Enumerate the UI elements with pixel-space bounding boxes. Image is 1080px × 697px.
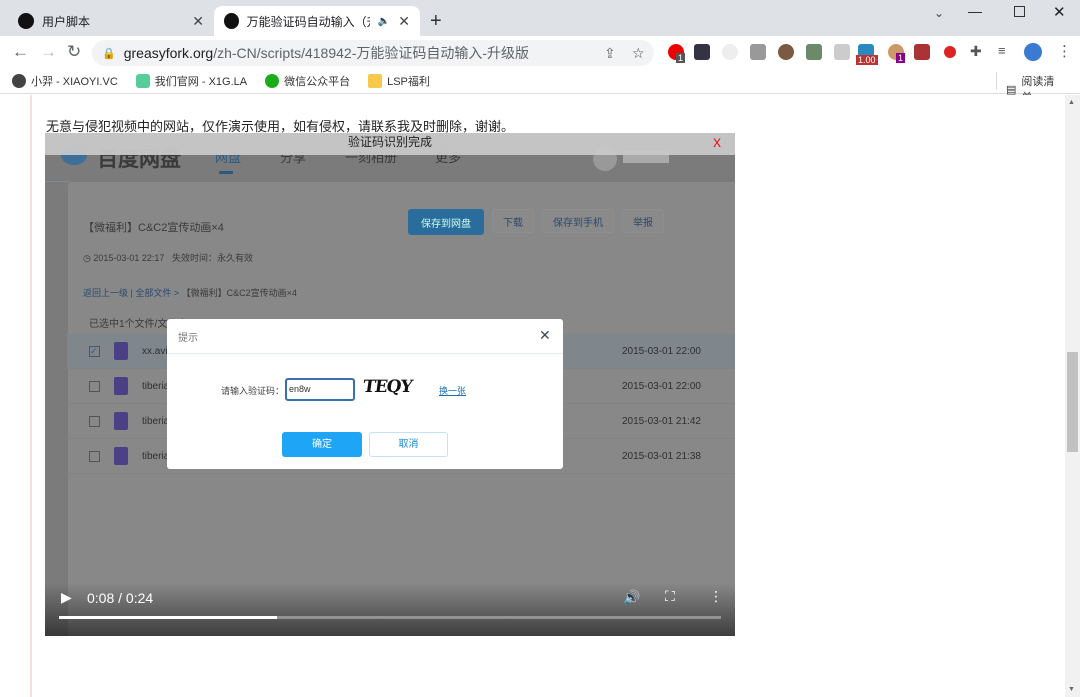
folder-extension-icon[interactable] — [806, 44, 822, 60]
report-button: 举报 — [622, 209, 664, 233]
captcha-image: TEQY — [361, 377, 413, 397]
extension-badge: 1 — [676, 53, 686, 63]
bookmark-label: 小羿 - XIAOYI.VC — [31, 75, 118, 88]
tab-title: 万能验证码自动输入（升级版 — [246, 14, 370, 29]
close-window-button[interactable]: ✕ — [1053, 3, 1066, 21]
folder-icon — [368, 73, 383, 88]
close-icon[interactable]: ✕ — [398, 13, 410, 30]
extension-badge: 1 — [896, 53, 906, 63]
captcha-label: 请输入验证码： — [221, 386, 285, 396]
back-button[interactable]: ← — [12, 42, 29, 62]
greasyfork-icon — [224, 13, 239, 29]
fox-extension-icon[interactable] — [914, 44, 930, 60]
reading-list-icon: ▤ — [1006, 83, 1017, 96]
tab-user-scripts[interactable]: 用户脚本 ✕ — [8, 6, 214, 36]
save-to-phone-button: 保存到手机 — [542, 209, 614, 233]
confirm-button: 确定 — [282, 432, 362, 457]
puzzle-icon[interactable]: ✚ — [970, 43, 982, 60]
bookmark-x1g[interactable]: 我们官网 - X1G.LA — [135, 73, 248, 89]
checkbox — [89, 450, 100, 462]
maximize-button[interactable] — [1014, 6, 1025, 17]
url-host: greasyfork.org — [123, 45, 214, 61]
address-bar[interactable]: 🔒 greasyfork.org/zh-CN/scripts/418942-万能… — [92, 40, 654, 66]
checkbox: ✓ — [89, 345, 100, 357]
close-icon: ✕ — [539, 327, 551, 343]
video-file-icon — [114, 342, 128, 360]
file-date: 2015-03-01 22:00 — [622, 345, 701, 357]
share-icon[interactable]: ⇪ — [604, 45, 616, 62]
breadcrumb-back: 返回上一级 — [83, 288, 129, 298]
checkbox — [89, 415, 100, 427]
media-control-icon[interactable]: ≡ — [998, 43, 1006, 58]
cancel-button: 取消 — [369, 432, 448, 457]
video-file-icon — [114, 412, 128, 430]
toast-close-button[interactable]: X — [713, 134, 721, 152]
video-player[interactable]: 百度网盘 网盘 分享 一刻相册 更多 【微福利】C&C2宣传动画×4 保存到网盘… — [45, 133, 735, 636]
video-controls: ▶ 0:08 / 0:24 🔊 ⛶ ⋮ — [45, 583, 735, 636]
breadcrumb-all: 全部文件 — [135, 288, 172, 298]
tab-search-icon[interactable]: ⌄ — [934, 6, 944, 20]
recognition-toast: 验证码识别完成 X — [45, 133, 735, 155]
scrollbar-thumb[interactable] — [1067, 352, 1078, 452]
compass-extension-icon[interactable] — [722, 44, 738, 60]
refresh-captcha-link: 换一张 — [439, 386, 467, 396]
bookmark-folder-lsp[interactable]: LSP福利 — [368, 73, 430, 89]
file-date: 2015-03-01 21:38 — [622, 450, 701, 462]
video-file-icon — [114, 447, 128, 465]
bookmark-label: 我们官网 - X1G.LA — [154, 75, 248, 88]
bookmark-label: LSP福利 — [387, 75, 430, 88]
volume-icon[interactable]: 🔊 — [623, 589, 640, 606]
image-extension-icon[interactable] — [834, 44, 850, 60]
bookmark-wechat[interactable]: 微信公众平台 — [265, 73, 350, 89]
expire-text: 失效时间：永久有效 — [171, 253, 253, 263]
progress-bar[interactable] — [59, 616, 721, 619]
extension-badge: 1.00 — [856, 55, 878, 65]
share-date: 2015-03-01 22:17 — [93, 253, 165, 263]
save-to-disk-button: 保存到网盘 — [408, 209, 484, 235]
file-date: 2015-03-01 22:00 — [622, 380, 701, 392]
reload-button[interactable]: ↻ — [67, 42, 81, 62]
minimize-button[interactable]: — — [968, 3, 982, 19]
play-icon[interactable]: ▶ — [61, 589, 72, 606]
greasyfork-icon — [18, 13, 34, 29]
password-extension-icon[interactable] — [694, 44, 710, 60]
cookie-extension-icon[interactable] — [778, 44, 794, 60]
speaker-icon[interactable]: 🔈 — [378, 16, 390, 27]
more-options-icon[interactable]: ⋮ — [709, 588, 723, 605]
share-title: 【微福利】C&C2宣传动画×4 — [83, 222, 224, 234]
captcha-dialog: 提示 ✕ 请输入验证码： en8w TEQY 换一张 确定 取消 — [167, 319, 563, 469]
avatar[interactable] — [1024, 43, 1042, 61]
breadcrumb-current: 【微福利】C&C2宣传动画×4 — [181, 288, 297, 298]
forward-button[interactable]: → — [40, 42, 57, 62]
tab-bar: 用户脚本 ✕ 万能验证码自动输入（升级版 🔈 ✕ + ⌄ — ✕ — [0, 0, 1080, 36]
fullscreen-icon[interactable]: ⛶ — [665, 588, 675, 605]
file-date: 2015-03-01 21:42 — [622, 415, 701, 427]
tab-captcha-script[interactable]: 万能验证码自动输入（升级版 🔈 ✕ — [214, 6, 420, 36]
captcha-input: en8w — [285, 378, 355, 401]
dialog-title: 提示 — [178, 333, 198, 344]
video-file-icon — [114, 377, 128, 395]
avatar-icon — [12, 73, 26, 88]
alert-extension-icon[interactable] — [944, 46, 956, 58]
close-icon[interactable]: ✕ — [192, 13, 204, 30]
bookmarks-bar: 小羿 - XIAOYI.VC 我们官网 - X1G.LA 微信公众平台 LSP福… — [0, 68, 1080, 104]
copy-extension-icon[interactable] — [750, 44, 766, 60]
site-icon — [135, 73, 150, 88]
wechat-icon — [265, 73, 280, 88]
tab-title: 用户脚本 — [42, 14, 91, 29]
new-tab-button[interactable]: + — [430, 10, 442, 33]
lock-icon: 🔒 — [102, 47, 116, 60]
menu-icon[interactable]: ⋮ — [1057, 42, 1072, 60]
progress-fill — [59, 616, 278, 619]
url-path: /zh-CN/scripts/418942-万能验证码自动输入-升级版 — [213, 45, 530, 61]
clock-icon: ◷ — [83, 253, 94, 263]
file-name: xx.avi — [142, 345, 168, 357]
bookmark-xiaoyi[interactable]: 小羿 - XIAOYI.VC — [12, 73, 118, 89]
checkbox — [89, 380, 100, 392]
star-icon[interactable]: ☆ — [632, 45, 645, 62]
bookmark-label: 微信公众平台 — [284, 75, 351, 88]
toast-text: 验证码识别完成 — [347, 135, 432, 149]
video-time: 0:08 / 0:24 — [87, 590, 154, 606]
download-button: 下载 — [492, 209, 534, 233]
